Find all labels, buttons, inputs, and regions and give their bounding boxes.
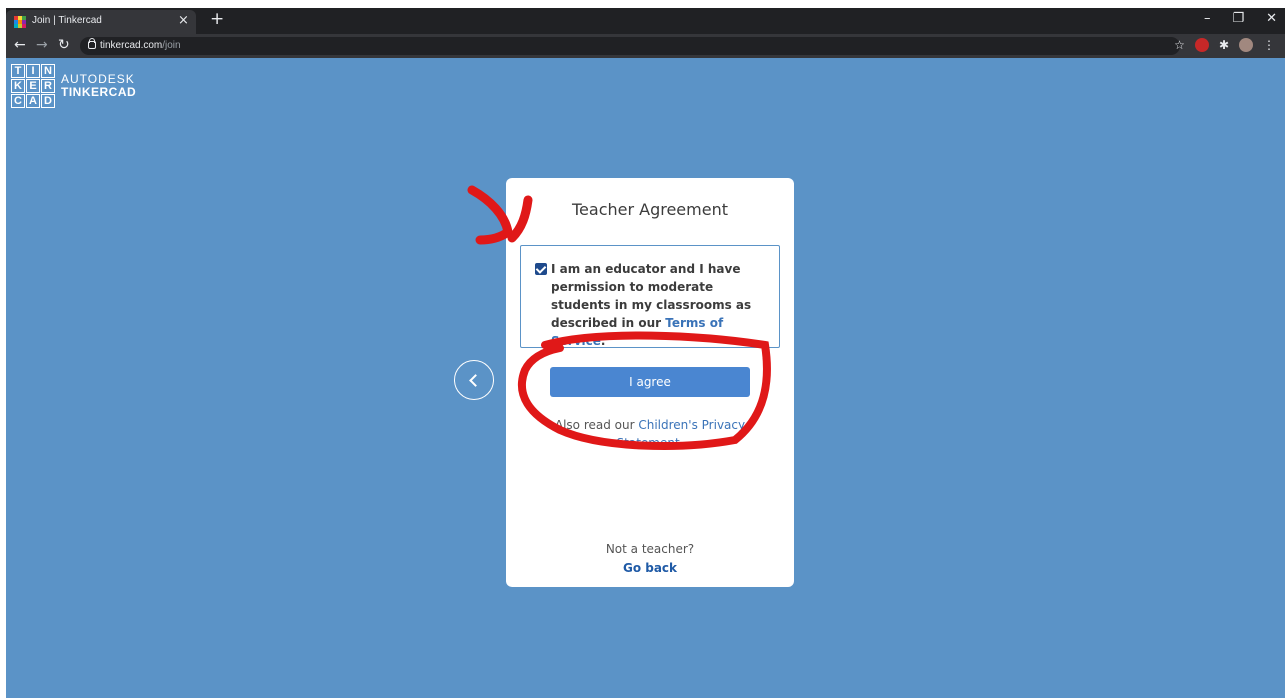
card-title: Teacher Agreement <box>571 200 728 219</box>
tab-bar: Join | Tinkercad × + – ❐ ✕ <box>6 8 1285 34</box>
minimize-button[interactable]: – <box>1204 11 1211 26</box>
agreement-text: I am an educator and I have permission t… <box>551 262 752 348</box>
back-arrow-icon[interactable]: ← <box>14 37 26 53</box>
privacy-statement-link[interactable]: Statement. <box>506 436 794 450</box>
logo-letter: E <box>26 79 40 93</box>
tinkercad-logo[interactable]: T I N K E R C A D AUTODESK TINKERCAD <box>11 64 136 108</box>
restore-button[interactable]: ❐ <box>1232 11 1244 26</box>
tab-join-tinkercad[interactable]: Join | Tinkercad × <box>6 10 196 34</box>
toolbar-icons: ☆ ✱ ⋮ <box>1174 38 1275 52</box>
go-back-link[interactable]: Go back <box>506 561 794 575</box>
menu-icon[interactable]: ⋮ <box>1263 38 1275 52</box>
new-tab-button[interactable]: + <box>210 9 224 29</box>
logo-letter: D <box>41 94 55 108</box>
logo-tinkercad: TINKERCAD <box>61 85 137 99</box>
tab-close-icon[interactable]: × <box>178 13 189 28</box>
forward-arrow-icon[interactable]: → <box>36 37 48 53</box>
logo-letter: R <box>41 79 55 93</box>
i-agree-button[interactable]: I agree <box>550 367 750 397</box>
agreement-box: I am an educator and I have permission t… <box>520 245 780 348</box>
tinkercad-favicon-icon <box>14 16 26 28</box>
close-window-button[interactable]: ✕ <box>1266 11 1277 26</box>
teacher-agreement-card: Teacher Agreement I am an educator and I… <box>506 178 794 587</box>
back-circle-button[interactable] <box>454 360 494 400</box>
extension-icon[interactable] <box>1194 38 1209 52</box>
window-controls: – ❐ ✕ <box>1204 11 1277 26</box>
extensions-puzzle-icon[interactable]: ✱ <box>1219 38 1229 52</box>
logo-letter: A <box>26 94 40 108</box>
also-read-text: Also read our Children's Privacy <box>554 418 746 432</box>
star-icon[interactable]: ☆ <box>1174 38 1185 52</box>
logo-wordmark: AUTODESK TINKERCAD <box>61 73 136 99</box>
tab-title: Join | Tinkercad <box>32 15 102 26</box>
lock-icon <box>88 38 96 49</box>
logo-letter: I <box>26 64 40 78</box>
not-teacher-text: Not a teacher? <box>605 542 695 556</box>
profile-avatar-icon[interactable] <box>1239 38 1253 52</box>
logo-letter-grid: T I N K E R C A D <box>11 64 55 108</box>
logo-letter: T <box>11 64 25 78</box>
address-bar[interactable]: tinkercad.com/join <box>80 37 1180 55</box>
logo-letter: N <box>41 64 55 78</box>
educator-checkbox[interactable] <box>535 263 547 275</box>
logo-letter: K <box>11 79 25 93</box>
address-toolbar: ← → ↻ tinkercad.com/join ☆ ✱ ⋮ <box>6 34 1285 58</box>
browser-window: Join | Tinkercad × + – ❐ ✕ ← → ↻ tinkerc… <box>6 8 1285 698</box>
url-text: tinkercad.com/join <box>100 40 181 51</box>
reload-icon[interactable]: ↻ <box>58 37 70 53</box>
childrens-privacy-link[interactable]: Children's Privacy <box>638 418 745 432</box>
logo-letter: C <box>11 94 25 108</box>
